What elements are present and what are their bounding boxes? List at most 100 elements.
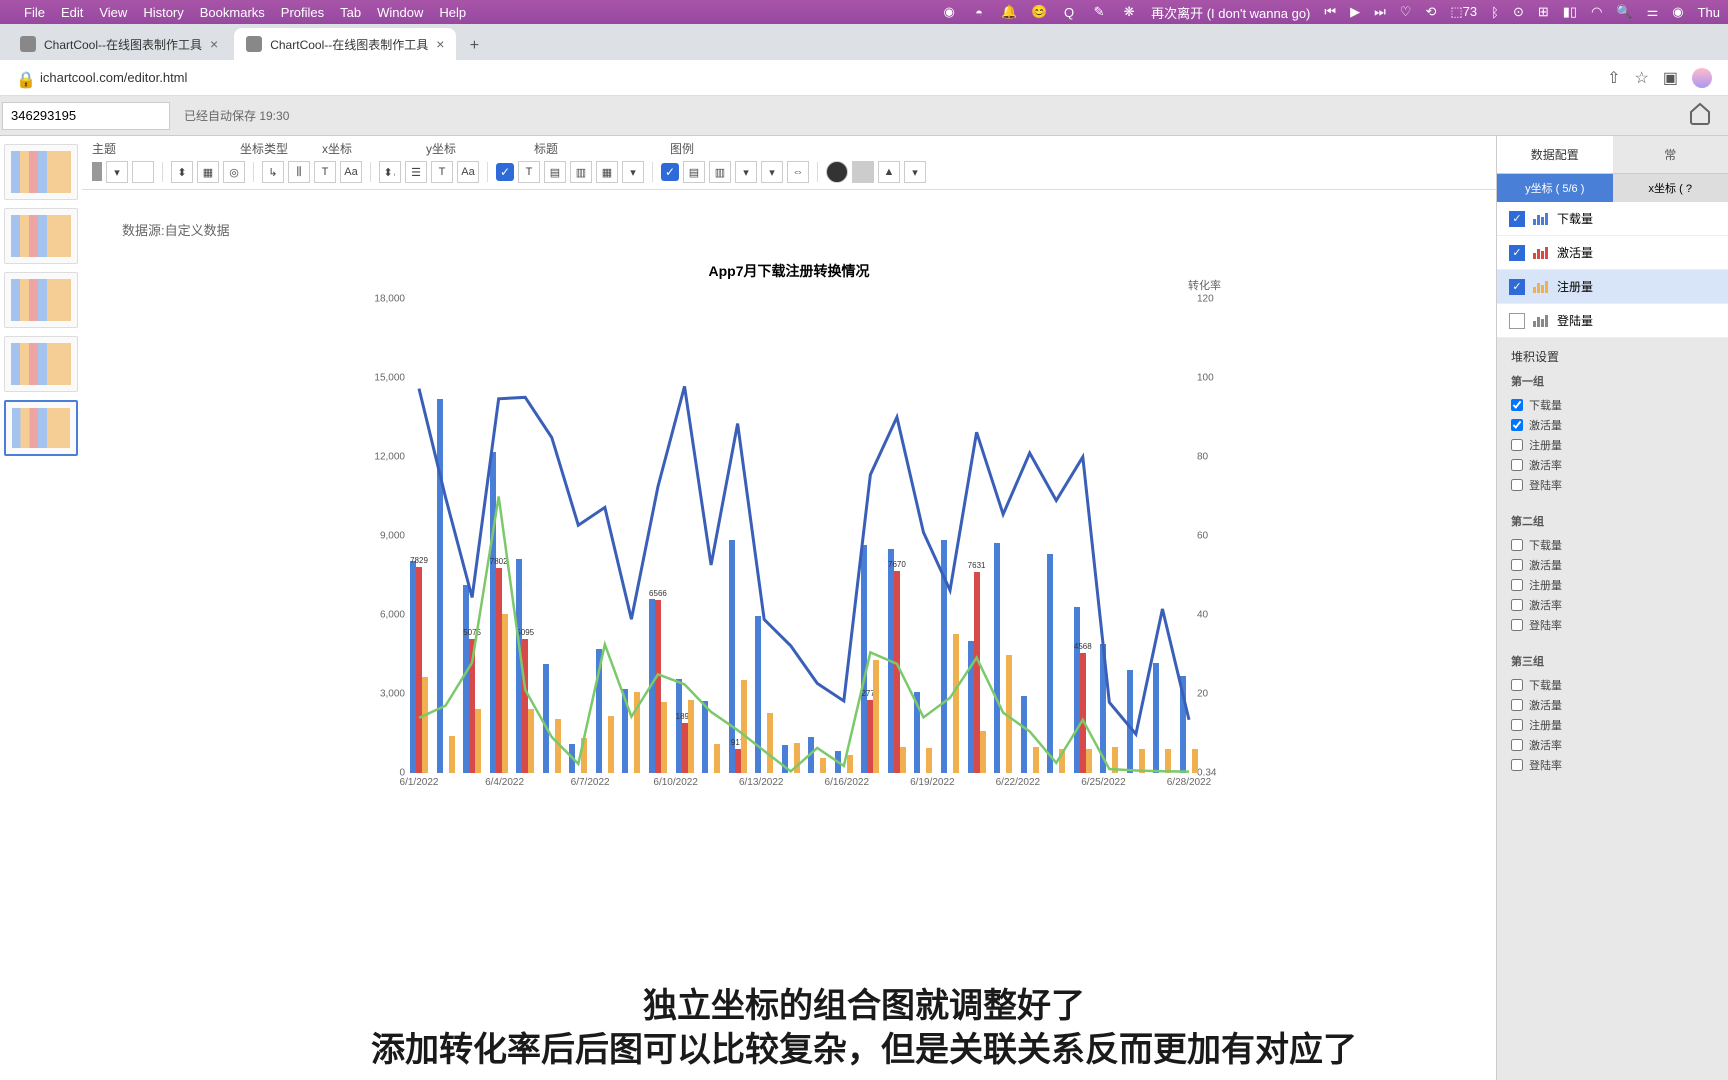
sync-icon[interactable]: ⊙ <box>1513 4 1524 20</box>
stack-checkbox[interactable] <box>1511 539 1523 551</box>
series-checkbox[interactable]: ✓ <box>1509 211 1525 227</box>
stack-item[interactable]: 激活量 <box>1511 695 1714 715</box>
stack-item[interactable]: 注册量 <box>1511 715 1714 735</box>
heart-icon[interactable]: ♡ <box>1400 4 1412 20</box>
menu-item[interactable]: Profiles <box>281 5 324 20</box>
series-checkbox[interactable]: ✓ <box>1509 245 1525 261</box>
search-icon[interactable]: 🔍 <box>1616 4 1632 20</box>
new-tab-button[interactable]: + <box>460 32 488 60</box>
stack-item[interactable]: 下载量 <box>1511 535 1714 555</box>
now-playing[interactable]: 再次离开 (I don't wanna go) <box>1151 3 1310 22</box>
stack-item[interactable]: 注册量 <box>1511 435 1714 455</box>
stack-checkbox[interactable] <box>1511 439 1523 451</box>
stack-item[interactable]: 激活率 <box>1511 735 1714 755</box>
series-row[interactable]: ✓激活量 <box>1497 236 1728 270</box>
stack-checkbox[interactable] <box>1511 399 1523 411</box>
title-align-center-icon[interactable]: ▥ <box>570 161 592 183</box>
marker-dropdown[interactable]: ▾ <box>904 161 926 183</box>
y-axis-lines-icon[interactable]: ☰ <box>405 161 427 183</box>
wifi-icon[interactable]: ◠ <box>1591 4 1602 20</box>
tab-data-config[interactable]: 数据配置 <box>1497 136 1613 173</box>
close-tab-icon[interactable]: × <box>210 36 218 52</box>
menu-item[interactable]: Edit <box>61 5 83 20</box>
series-row[interactable]: ✓下载量 <box>1497 202 1728 236</box>
color-picker-button[interactable]: ▾ <box>106 161 128 183</box>
menu-item[interactable]: Tab <box>340 5 361 20</box>
legend-link-icon[interactable]: ⇔ <box>787 161 809 183</box>
title-align-left-icon[interactable]: ▤ <box>544 161 566 183</box>
stack-item[interactable]: 登陆率 <box>1511 475 1714 495</box>
axis-type-radial-icon[interactable]: ◎ <box>223 161 245 183</box>
stack-item[interactable]: 下载量 <box>1511 395 1714 415</box>
legend-more-icon[interactable]: ▾ <box>761 161 783 183</box>
stack-checkbox[interactable] <box>1511 579 1523 591</box>
stack-item[interactable]: 下载量 <box>1511 675 1714 695</box>
home-icon[interactable] <box>1688 101 1718 131</box>
stack-checkbox[interactable] <box>1511 619 1523 631</box>
note-icon[interactable]: ✎ <box>1091 4 1107 20</box>
x-axis-format-icon[interactable]: Aa <box>340 161 362 183</box>
marker-circle-icon[interactable] <box>826 161 848 183</box>
grid-icon[interactable]: ⊞ <box>1538 4 1549 20</box>
prev-track-icon[interactable]: ⏮ <box>1324 4 1336 20</box>
close-tab-icon[interactable]: × <box>436 36 444 52</box>
emoji-icon[interactable]: 😊 <box>1031 4 1047 20</box>
stack-checkbox[interactable] <box>1511 739 1523 751</box>
y-axis-format-icon[interactable]: Aa <box>457 161 479 183</box>
browser-tab[interactable]: ChartCool--在线图表制作工具× <box>234 28 456 60</box>
title-dropdown[interactable]: ▾ <box>622 161 644 183</box>
template-thumb[interactable] <box>4 272 78 328</box>
stack-item[interactable]: 激活率 <box>1511 455 1714 475</box>
evernote-icon[interactable]: ❋ <box>1121 4 1137 20</box>
stack-item[interactable]: 激活量 <box>1511 555 1714 575</box>
marker-triangle-icon[interactable]: ▲ <box>878 161 900 183</box>
stack-checkbox[interactable] <box>1511 599 1523 611</box>
url-text[interactable]: ichartcool.com/editor.html <box>40 70 187 85</box>
axis-type-grid-icon[interactable]: ▦ <box>197 161 219 183</box>
menu-item[interactable]: Window <box>377 5 423 20</box>
bell-icon[interactable]: 🔔 <box>1001 4 1017 20</box>
wechat-icon[interactable]: ◓ <box>971 4 987 20</box>
stack-item[interactable]: 激活量 <box>1511 415 1714 435</box>
bluetooth-icon[interactable]: ᛒ <box>1491 5 1499 20</box>
stack-checkbox[interactable] <box>1511 419 1523 431</box>
axis-type-bar-icon[interactable]: ⬍ <box>171 161 193 183</box>
theme-color-swatch[interactable] <box>100 162 102 181</box>
share-icon[interactable]: ⇧ <box>1607 68 1620 88</box>
profile-avatar[interactable] <box>1692 68 1712 88</box>
battery-icon[interactable]: ▮▯ <box>1563 4 1577 20</box>
title-text-icon[interactable]: T <box>518 161 540 183</box>
template-thumb[interactable] <box>4 208 78 264</box>
y-axis-text-icon[interactable]: T <box>431 161 453 183</box>
stack-checkbox[interactable] <box>1511 459 1523 471</box>
legend-enable-checkbox[interactable]: ✓ <box>661 163 679 181</box>
chat-icon[interactable]: Q <box>1061 4 1077 20</box>
stack-checkbox[interactable] <box>1511 559 1523 571</box>
series-checkbox[interactable]: ✓ <box>1509 279 1525 295</box>
x-axis-arrow-icon[interactable]: ↳ <box>262 161 284 183</box>
menu-item[interactable]: View <box>99 5 127 20</box>
chart-id-input[interactable] <box>2 102 170 130</box>
chart[interactable]: App7月下载注册转换情况 转化率 03,0006,0009,00012,000… <box>349 253 1229 813</box>
x-axis-ticks-icon[interactable]: ⫼ <box>288 161 310 183</box>
y-axis-tab[interactable]: y坐标 ( 5/6 ) <box>1497 174 1613 202</box>
stack-checkbox[interactable] <box>1511 759 1523 771</box>
y-axis-arrow-icon[interactable]: ⬍˒ <box>379 161 401 183</box>
stack-checkbox[interactable] <box>1511 679 1523 691</box>
template-thumb[interactable] <box>4 144 78 200</box>
legend-style-icon[interactable]: ▥ <box>709 161 731 183</box>
menu-item[interactable]: Help <box>439 5 466 20</box>
series-checkbox[interactable] <box>1509 313 1525 329</box>
stack-checkbox[interactable] <box>1511 479 1523 491</box>
x-axis-text-icon[interactable]: T <box>314 161 336 183</box>
series-row[interactable]: 登陆量 <box>1497 304 1728 338</box>
bg-color-button[interactable] <box>132 161 154 183</box>
legend-pos-icon[interactable]: ▤ <box>683 161 705 183</box>
marker-square-icon[interactable] <box>852 161 874 183</box>
control-center-icon[interactable]: ⚌ <box>1647 4 1659 20</box>
stack-checkbox[interactable] <box>1511 699 1523 711</box>
play-icon[interactable]: ▶ <box>1350 4 1360 20</box>
siri-icon[interactable]: ◉ <box>1672 4 1683 20</box>
series-row[interactable]: ✓注册量 <box>1497 270 1728 304</box>
menu-item[interactable]: Bookmarks <box>200 5 265 20</box>
